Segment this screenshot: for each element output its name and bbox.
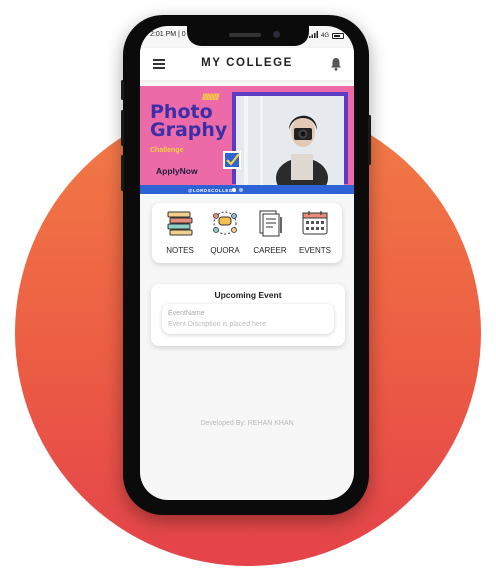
resume-icon (259, 210, 282, 237)
bell-icon[interactable] (330, 57, 342, 71)
event-description: Event Discription is placed here (168, 321, 267, 328)
volume-up-button (121, 80, 124, 100)
app-title: MY COLLEGE (201, 57, 293, 69)
checkbox-icon (223, 151, 241, 169)
status-icons: 4G (308, 31, 344, 40)
quick-link-events[interactable]: EVENTS (293, 209, 337, 255)
event-name: EventName (168, 310, 205, 317)
quick-link-career[interactable]: CAREER (248, 209, 292, 255)
quick-link-label: CAREER (253, 246, 287, 255)
event-item[interactable]: EventName Event Discription is placed he… (162, 304, 334, 334)
quick-link-label: QUORA (210, 246, 240, 255)
calendar-icon (302, 211, 328, 235)
apply-now-link[interactable]: ApplyNow (156, 166, 198, 176)
mute-button (121, 155, 124, 191)
signal-icon (308, 31, 318, 40)
volume-down-button (121, 110, 124, 146)
banner-photo (236, 96, 344, 186)
quick-link-label: EVENTS (298, 246, 331, 255)
quick-link-label: NOTES (166, 246, 194, 255)
banner-title: Photo Graphy (150, 103, 228, 141)
quick-link-quora[interactable]: QUORA (203, 209, 247, 255)
power-button (368, 115, 371, 165)
discussion-icon (213, 211, 237, 235)
phone-screen: 2:01 PM | 0 4G MY COLLEGE /////////// Ph… (140, 26, 354, 500)
banner-title-line2: Graphy (150, 119, 228, 141)
upcoming-event-title: Upcoming Event (214, 290, 282, 300)
status-time: 2:01 PM | 0 (150, 31, 186, 38)
quick-links-card: NOTES QUORA CAREER EVENTS (152, 203, 342, 263)
quick-link-notes[interactable]: NOTES (158, 209, 202, 255)
photographer-illustration (236, 96, 344, 186)
battery-icon (332, 32, 344, 39)
banner-handle: @LORDSCOLLEGE (188, 188, 237, 193)
app-bar: MY COLLEGE (140, 48, 354, 80)
developer-credit: Developed By: REHAN KHAN (200, 420, 294, 427)
books-icon (167, 211, 193, 236)
banner-band (140, 185, 354, 194)
phone-notch (187, 26, 309, 46)
carousel-dots[interactable] (232, 188, 243, 192)
wifi-label: 4G (320, 32, 329, 39)
carousel-dot[interactable] (232, 188, 236, 192)
banner-subtitle: Challenge (150, 147, 184, 154)
carousel-dot[interactable] (239, 188, 243, 192)
promo-banner[interactable]: /////////// Photo Graphy Challenge Apply… (140, 86, 354, 194)
speaker-grille (229, 33, 261, 37)
upcoming-event-card: Upcoming Event EventName Event Discripti… (151, 284, 345, 346)
front-camera (273, 31, 280, 38)
